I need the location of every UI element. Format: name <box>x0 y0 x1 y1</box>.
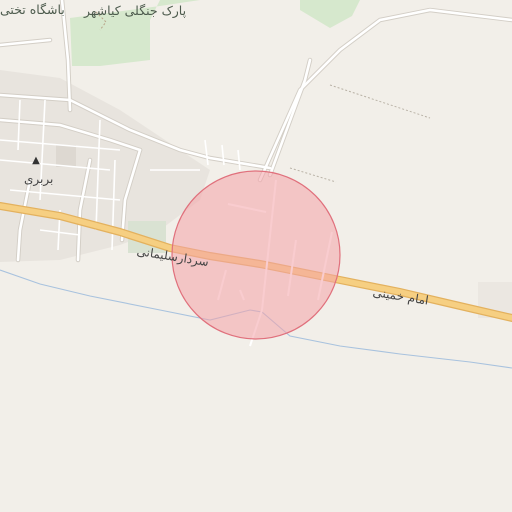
town-label: بربری <box>24 172 54 186</box>
map-view[interactable]: پارک جنگلی کیاشهر باشگاه تختی ▲ بربری سر… <box>0 0 512 512</box>
club-label: باشگاه تختی <box>0 2 65 17</box>
map-base-layer <box>0 0 512 512</box>
building-block <box>56 145 76 167</box>
place-of-worship-icon: ▲ <box>32 155 40 166</box>
park-label: پارک جنگلی کیاشهر <box>84 3 187 18</box>
